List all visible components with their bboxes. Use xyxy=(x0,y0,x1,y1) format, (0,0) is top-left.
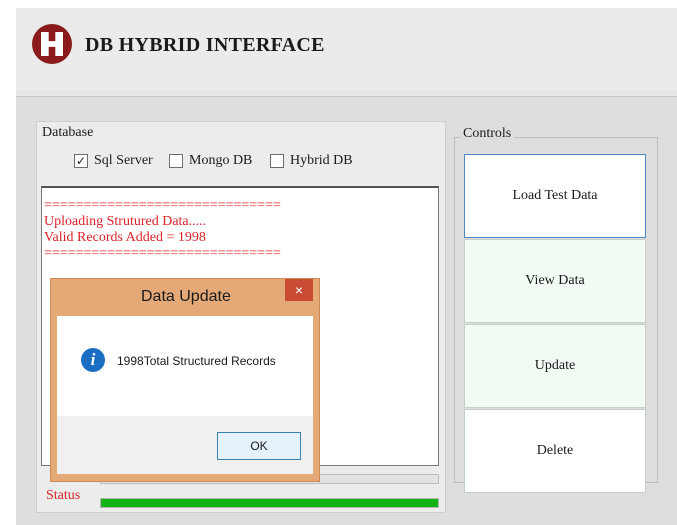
checkbox-box[interactable] xyxy=(270,154,284,168)
close-icon[interactable]: × xyxy=(285,279,313,301)
app-title: DB HYBRID INTERFACE xyxy=(85,34,325,56)
database-label: Database xyxy=(42,125,94,140)
app-window: DB HYBRID INTERFACE Database ✓ Sql Serve… xyxy=(16,8,677,525)
controls-label: Controls xyxy=(460,126,515,142)
checkbox-label: Mongo DB xyxy=(189,153,253,168)
info-icon: i xyxy=(81,348,105,372)
log-line: Uploading Strutured Data..... xyxy=(44,214,207,229)
status-label: Status xyxy=(46,488,81,503)
log-line: ============================== xyxy=(44,198,281,213)
checkbox-sql-server[interactable]: ✓ Sql Server xyxy=(74,152,153,170)
log-line: Valid Records Added = 1998 xyxy=(44,230,206,245)
dialog-footer: OK xyxy=(57,416,313,474)
progress-fill xyxy=(101,499,438,507)
checkbox-box[interactable] xyxy=(169,154,183,168)
data-update-dialog: Data Update × i 1998Total Structured Rec… xyxy=(50,278,320,482)
checkbox-box[interactable]: ✓ xyxy=(74,154,88,168)
checkbox-label: Sql Server xyxy=(94,153,153,168)
status-progress-bar xyxy=(100,498,439,508)
update-button[interactable]: Update xyxy=(464,324,646,408)
checkbox-mongo-db[interactable]: Mongo DB xyxy=(169,152,252,170)
dialog-message: 1998Total Structured Records xyxy=(117,354,276,368)
delete-button[interactable]: Delete xyxy=(464,409,646,493)
checkbox-hybrid-db[interactable]: Hybrid DB xyxy=(270,152,353,170)
crest-logo-icon xyxy=(32,24,72,64)
app-header: DB HYBRID INTERFACE xyxy=(16,8,677,90)
dialog-body: i 1998Total Structured Records xyxy=(57,316,313,416)
load-test-data-button[interactable]: Load Test Data xyxy=(464,154,646,238)
checkbox-label: Hybrid DB xyxy=(290,153,353,168)
log-line: ============================== xyxy=(44,246,281,261)
dialog-title: Data Update xyxy=(141,288,231,305)
view-data-button[interactable]: View Data xyxy=(464,239,646,323)
ok-button[interactable]: OK xyxy=(217,432,301,460)
